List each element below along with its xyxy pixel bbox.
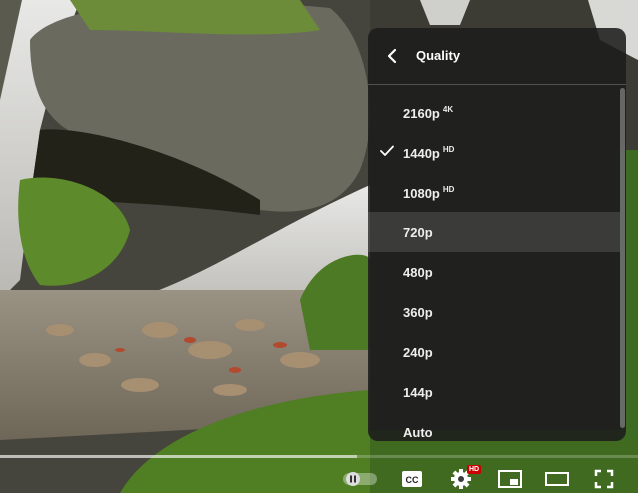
quality-option-label: 360p xyxy=(403,305,433,320)
quality-option-240p[interactable]: 240p xyxy=(368,332,620,372)
quality-option-label: 720p xyxy=(403,225,433,240)
miniplayer-button[interactable] xyxy=(498,470,522,488)
quality-badge: HD xyxy=(442,145,455,154)
quality-option-720p[interactable]: 720p xyxy=(368,212,620,252)
theater-mode-button[interactable] xyxy=(545,472,569,486)
quality-option-1080p[interactable]: 1080p HD xyxy=(368,172,620,212)
quality-option-2160p[interactable]: 2160p 4K xyxy=(368,92,620,132)
quality-option-label: 2160p 4K xyxy=(403,105,454,121)
autoplay-toggle[interactable] xyxy=(343,471,377,487)
quality-option-label: 1440p HD xyxy=(403,145,455,161)
quality-option-label: 480p xyxy=(403,265,433,280)
menu-divider xyxy=(368,84,626,85)
quality-menu-title: Quality xyxy=(416,48,461,63)
quality-option-144p[interactable]: 144p xyxy=(368,372,620,412)
checkmark-icon xyxy=(380,145,394,156)
quality-option-480p[interactable]: 480p xyxy=(368,252,620,292)
quality-option-label: 1080p HD xyxy=(403,185,455,201)
quality-badge: HD xyxy=(442,185,455,194)
quality-option-label: 144p xyxy=(403,385,433,400)
quality-menu: Quality 2160p 4K 1440p HD 1080p HD 720p 480… xyxy=(368,28,626,441)
progress-played xyxy=(0,455,358,458)
quality-option-label: Auto xyxy=(403,425,433,440)
subtitles-icon: CC xyxy=(402,471,422,487)
svg-text:CC: CC xyxy=(406,475,419,485)
miniplayer-icon xyxy=(498,470,522,488)
menu-scrollbar-thumb[interactable] xyxy=(620,88,625,428)
quality-option-label: 240p xyxy=(403,345,433,360)
quality-option-1440p[interactable]: 1440p HD xyxy=(368,132,620,172)
theater-mode-icon xyxy=(545,472,569,486)
fullscreen-button[interactable] xyxy=(594,469,614,489)
quality-menu-header[interactable]: Quality xyxy=(368,28,626,84)
quality-option-auto[interactable]: Auto xyxy=(368,412,620,441)
fullscreen-icon xyxy=(594,469,614,489)
quality-badge: 4K xyxy=(442,105,454,114)
settings-hd-badge: HD xyxy=(467,465,481,474)
autoplay-toggle-icon xyxy=(343,472,377,486)
quality-option-360p[interactable]: 360p xyxy=(368,292,620,332)
back-arrow-icon[interactable] xyxy=(386,48,400,64)
subtitles-button[interactable]: CC xyxy=(401,470,423,488)
